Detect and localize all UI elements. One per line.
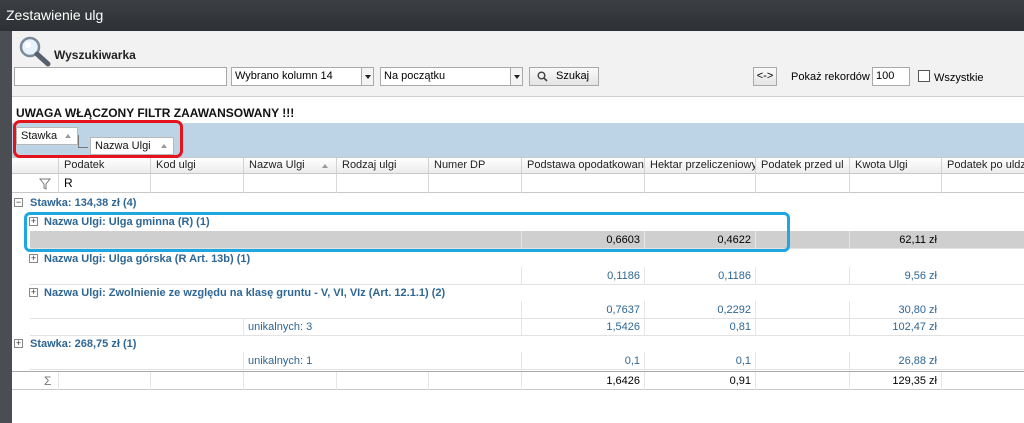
- window-title: Zestawienie ulg: [0, 0, 1024, 31]
- expand-icon[interactable]: +: [29, 288, 38, 297]
- cell-podatek-przed: [755, 318, 849, 336]
- column-header-rodzaj-ulgi[interactable]: Rodzaj ulgi: [336, 158, 428, 174]
- filter-cell-podatek[interactable]: R: [58, 174, 150, 193]
- cell-kwota: 62,11 zł: [849, 231, 941, 249]
- group-row-stawka-1[interactable]: − Stawka: 134,38 zł (4): [12, 194, 1024, 212]
- column-header-nazwa-ulgi[interactable]: Nazwa Ulgi: [243, 158, 336, 174]
- all-records-label: Wszystkie: [934, 72, 984, 84]
- column-header-podatek[interactable]: Podatek: [58, 158, 150, 174]
- match-mode-value: Na początku: [384, 70, 446, 82]
- column-header-podatek-przed[interactable]: Podatek przed ul: [755, 158, 849, 174]
- filter-cell[interactable]: [243, 174, 336, 193]
- sigma-icon: Σ: [44, 374, 52, 388]
- cell-kwota: 9,56 zł: [849, 267, 941, 285]
- indicator-header: [12, 158, 58, 174]
- filter-cell[interactable]: [521, 174, 644, 193]
- cell-kwota: 30,80 zł: [849, 301, 941, 319]
- total-cell: [428, 372, 521, 390]
- cell-kwota: 26,88 zł: [849, 352, 941, 370]
- filter-icon[interactable]: [39, 178, 51, 190]
- chevron-down-icon[interactable]: [361, 68, 373, 85]
- cell-podatek-przed: [755, 352, 849, 370]
- auto-filter-row: R: [12, 174, 1024, 193]
- swap-button[interactable]: <->: [753, 67, 777, 86]
- total-kwota: 129,35 zł: [849, 372, 941, 390]
- group-row-ulga-gorska[interactable]: + Nazwa Ulgi: Ulga górska (R Art. 13b) (…: [12, 250, 1024, 268]
- column-header-podstawa[interactable]: Podstawa opodatkowania: [521, 158, 644, 174]
- blue-highlight-box: [24, 212, 790, 252]
- cell-podstawa: 0,1: [521, 352, 644, 370]
- search-panel: Wyszukiwarka Wybrano kolumn 14 Na począt…: [12, 31, 1024, 97]
- chevron-down-icon[interactable]: [510, 68, 522, 85]
- search-button-label: Szukaj: [556, 70, 590, 82]
- cell-unique-count: unikalnych: 1: [243, 352, 336, 370]
- total-podstawa: 1,6426: [521, 372, 644, 390]
- sort-asc-icon: [322, 164, 328, 168]
- search-title: Wyszukiwarka: [54, 48, 136, 62]
- cell-podatek-przed: [755, 267, 849, 285]
- columns-select[interactable]: Wybrano kolumn 14: [231, 67, 374, 86]
- match-mode-select[interactable]: Na początku: [380, 67, 523, 86]
- filter-cell[interactable]: [644, 174, 755, 193]
- group-summary-row: 0,1186 0,1186 9,56 zł: [30, 267, 1024, 285]
- records-count-input[interactable]: 100: [872, 67, 910, 86]
- cell-hektar: 0,1186: [644, 267, 755, 285]
- filter-cell[interactable]: [849, 174, 941, 193]
- main-panel: Wyszukiwarka Wybrano kolumn 14 Na począt…: [12, 31, 1024, 423]
- total-cell: [243, 372, 336, 390]
- cell-hektar: 0,81: [644, 318, 755, 336]
- search-button[interactable]: Szukaj: [529, 67, 599, 86]
- expand-icon[interactable]: +: [29, 254, 38, 263]
- total-cell: [150, 372, 243, 390]
- records-label: Pokaż rekordów: [791, 71, 870, 83]
- magnifier-icon: [19, 36, 51, 67]
- cell-hektar: 0,2292: [644, 301, 755, 319]
- collapse-icon[interactable]: −: [14, 198, 23, 207]
- filter-cell[interactable]: [150, 174, 243, 193]
- group-label: Stawka: 268,75 zł (1): [30, 338, 137, 350]
- all-records-checkbox[interactable]: [918, 70, 930, 82]
- column-header-kod-ulgi[interactable]: Kod ulgi: [150, 158, 243, 174]
- total-cell: [941, 372, 1024, 390]
- column-header-kwota-ulgi[interactable]: Kwota Ulgi: [849, 158, 941, 174]
- group-row-stawka-2[interactable]: + Stawka: 268,75 zł (1): [12, 335, 1024, 353]
- column-header-hektar[interactable]: Hektar przeliczeniowy: [644, 158, 755, 174]
- red-highlight-box: [13, 120, 183, 158]
- column-header-podatek-po[interactable]: Podatek po uldze: [941, 158, 1024, 174]
- total-podatek-przed: [755, 372, 849, 390]
- filter-cell[interactable]: [755, 174, 849, 193]
- group-summary-row: unikalnych: 3 1,5426 0,81 102,47 zł: [30, 318, 1024, 336]
- search-input[interactable]: [14, 67, 227, 86]
- group-row-zwolnienie[interactable]: + Nazwa Ulgi: Zwolnienie ze względu na k…: [12, 284, 1024, 302]
- total-cell: [58, 372, 150, 390]
- column-header-numer-dp[interactable]: Numer DP: [428, 158, 521, 174]
- cell-hektar: 0,1: [644, 352, 755, 370]
- group-label: Nazwa Ulgi: Zwolnienie ze względu na kla…: [44, 287, 446, 299]
- group-summary-row: unikalnych: 1 0,1 0,1 26,88 zł: [30, 352, 1024, 370]
- cell-podstawa: 1,5426: [521, 318, 644, 336]
- totals-row: Σ 1,6426 0,91 129,35 zł: [12, 371, 1024, 390]
- filter-warning: UWAGA WŁĄCZONY FILTR ZAAWANSOWANY !!!: [16, 106, 295, 120]
- cell-podatek-przed: [755, 301, 849, 319]
- group-summary-row: 0,7637 0,2292 30,80 zł: [30, 301, 1024, 319]
- filter-cell[interactable]: [941, 174, 1024, 193]
- expand-icon[interactable]: +: [14, 339, 23, 348]
- grid-header: Podatek Kod ulgi Nazwa Ulgi Rodzaj ulgi …: [12, 157, 1024, 174]
- cell-unique-count: unikalnych: 3: [243, 318, 336, 336]
- filter-cell[interactable]: [428, 174, 521, 193]
- cell-kwota: 102,47 zł: [849, 318, 941, 336]
- cell-podstawa: 0,1186: [521, 267, 644, 285]
- cell-podstawa: 0,7637: [521, 301, 644, 319]
- column-header-label: Nazwa Ulgi: [249, 159, 305, 171]
- group-label: Stawka: 134,38 zł (4): [30, 197, 137, 209]
- search-icon: [537, 71, 548, 82]
- columns-select-value: Wybrano kolumn 14: [235, 70, 333, 82]
- total-cell: [336, 372, 428, 390]
- total-hektar: 0,91: [644, 372, 755, 390]
- filter-cell[interactable]: [336, 174, 428, 193]
- group-label: Nazwa Ulgi: Ulga górska (R Art. 13b) (1): [44, 253, 251, 265]
